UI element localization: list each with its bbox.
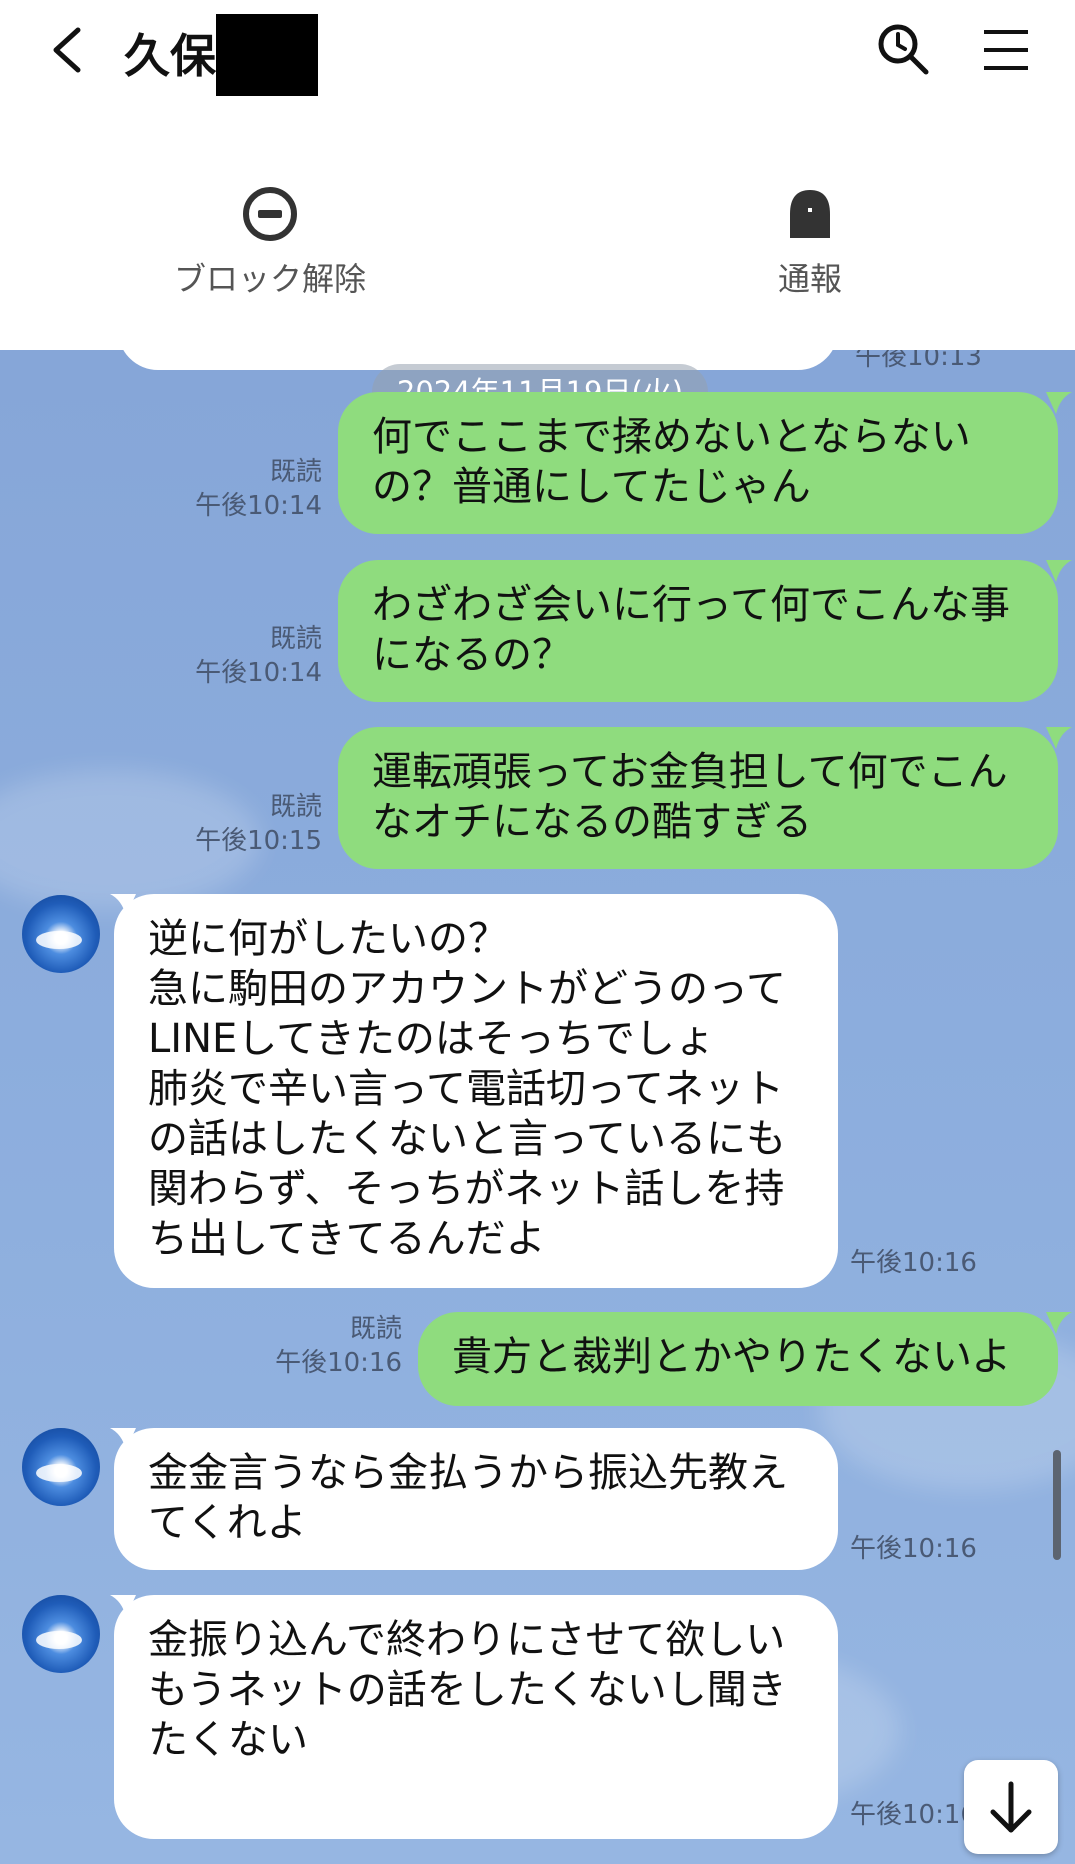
message-bubble[interactable]: 逆に何がしたいの？ 急に駒田のアカウントがどうのってLINEしてきたのはそっちで… bbox=[114, 894, 838, 1288]
message-time: 午後10:14 bbox=[195, 658, 322, 688]
message-time: 午後10:16 bbox=[850, 1248, 977, 1278]
search-button[interactable] bbox=[874, 20, 934, 80]
block-circle-icon bbox=[243, 187, 297, 241]
message-time: 午後10:14 bbox=[195, 491, 322, 521]
chat-header: 久保 bbox=[0, 0, 1075, 100]
message-meta: 既読 午後10:15 bbox=[170, 790, 322, 858]
arrow-down-icon bbox=[990, 1781, 1032, 1833]
message-meta: 既読 午後10:14 bbox=[170, 622, 322, 690]
menu-button[interactable] bbox=[976, 22, 1036, 78]
scroll-to-bottom-button[interactable] bbox=[964, 1760, 1058, 1854]
hamburger-menu-icon bbox=[984, 30, 1028, 70]
message-meta: 既読 午後10:16 bbox=[250, 1312, 402, 1380]
partial-message-time: 午後10:13 bbox=[855, 350, 982, 372]
unblock-label: ブロック解除 bbox=[173, 260, 366, 298]
message-bubble[interactable]: わざわざ会いに行って何でこんな事になるの？ bbox=[338, 560, 1058, 702]
action-bar: ブロック解除 通報 bbox=[0, 100, 1075, 350]
report-label: 通報 bbox=[777, 260, 842, 298]
read-receipt: 既読 bbox=[269, 457, 322, 487]
message-bubble[interactable]: 運転頑張ってお金負担して何でこんなオチになるの酷すぎる bbox=[338, 727, 1058, 869]
bubble-tail bbox=[1046, 1312, 1072, 1334]
scrollbar[interactable] bbox=[1053, 1450, 1061, 1560]
read-receipt: 既読 bbox=[349, 1314, 402, 1344]
message-bubble[interactable]: 貴方と裁判とかやりたくないよ bbox=[418, 1312, 1058, 1406]
message-time: 午後10:16 bbox=[850, 1534, 977, 1564]
back-button[interactable] bbox=[40, 18, 100, 82]
chat-title: 久保 bbox=[124, 29, 216, 83]
read-receipt: 既読 bbox=[269, 792, 322, 822]
message-bubble[interactable]: 金振り込んで終わりにさせて欲しい もうネットの話をしたくないし聞きたくない bbox=[114, 1595, 838, 1839]
unblock-button[interactable]: ブロック解除 bbox=[140, 184, 400, 300]
read-receipt: 既読 bbox=[269, 624, 322, 654]
message-bubble[interactable]: 金金言うなら金払うから振込先教えてくれよ bbox=[114, 1428, 838, 1570]
bubble-tail bbox=[1046, 727, 1072, 749]
avatar[interactable] bbox=[22, 895, 100, 973]
search-icon bbox=[878, 24, 929, 75]
message-bubble[interactable]: 何でここまで揉めないとならないの？普通にしてたじゃん bbox=[338, 392, 1058, 534]
bubble-tail bbox=[1046, 392, 1072, 414]
message-meta: 既読 午後10:14 bbox=[170, 455, 322, 523]
message-time: 午後10:16 bbox=[275, 1348, 402, 1378]
avatar[interactable] bbox=[22, 1595, 100, 1673]
chat-area[interactable]: 午後10:13 2024年11月19日(火) 既読 午後10:14 何でここまで… bbox=[0, 350, 1075, 1864]
redacted-name-block bbox=[216, 14, 318, 96]
chevron-left-icon bbox=[53, 27, 81, 73]
report-button[interactable]: 通報 bbox=[680, 184, 940, 300]
avatar[interactable] bbox=[22, 1428, 100, 1506]
report-bell-icon bbox=[790, 190, 830, 238]
bubble-tail bbox=[1046, 560, 1072, 582]
message-time: 午後10:15 bbox=[195, 826, 322, 856]
message-time: 午後10:16 bbox=[850, 1800, 977, 1830]
